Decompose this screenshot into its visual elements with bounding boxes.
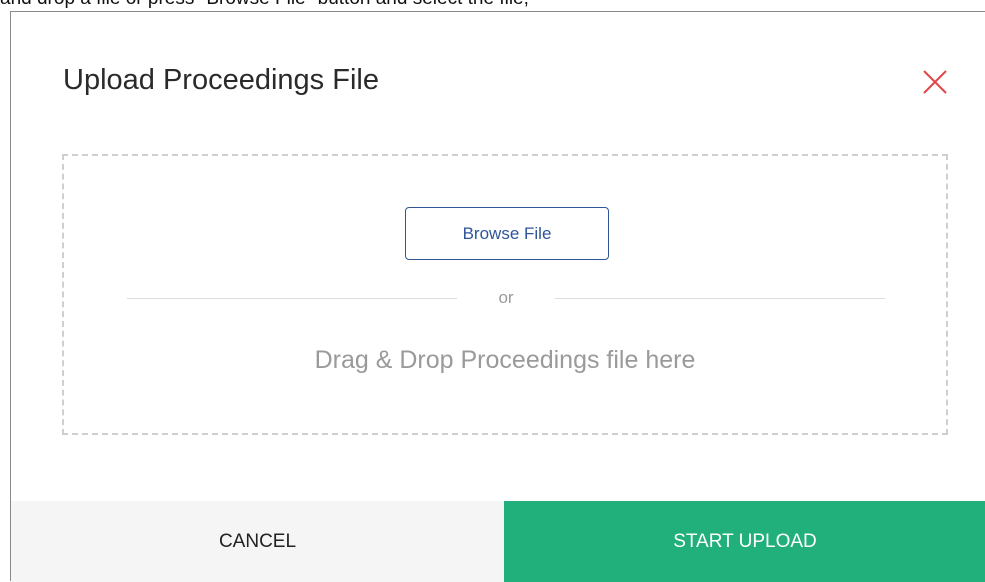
drag-drop-hint: Drag & Drop Proceedings file here: [314, 346, 696, 374]
start-upload-button[interactable]: START UPLOAD: [504, 501, 985, 582]
cancel-button[interactable]: CANCEL: [11, 501, 504, 582]
browse-file-button[interactable]: Browse File: [405, 207, 609, 260]
or-divider: or: [127, 288, 885, 308]
close-icon: [923, 70, 947, 94]
or-label: or: [498, 288, 514, 307]
close-button[interactable]: [921, 68, 949, 96]
upload-dialog: Upload Proceedings File Browse File or D…: [10, 11, 985, 582]
dialog-title: Upload Proceedings File: [63, 64, 379, 96]
dialog-footer: CANCEL START UPLOAD: [11, 501, 985, 582]
background-instruction-text: and drop a file or press "Browse File" b…: [0, 0, 529, 10]
divider-line-right: [555, 298, 885, 299]
file-drop-zone[interactable]: Browse File or Drag & Drop Proceedings f…: [62, 154, 948, 435]
divider-line-left: [127, 298, 457, 299]
